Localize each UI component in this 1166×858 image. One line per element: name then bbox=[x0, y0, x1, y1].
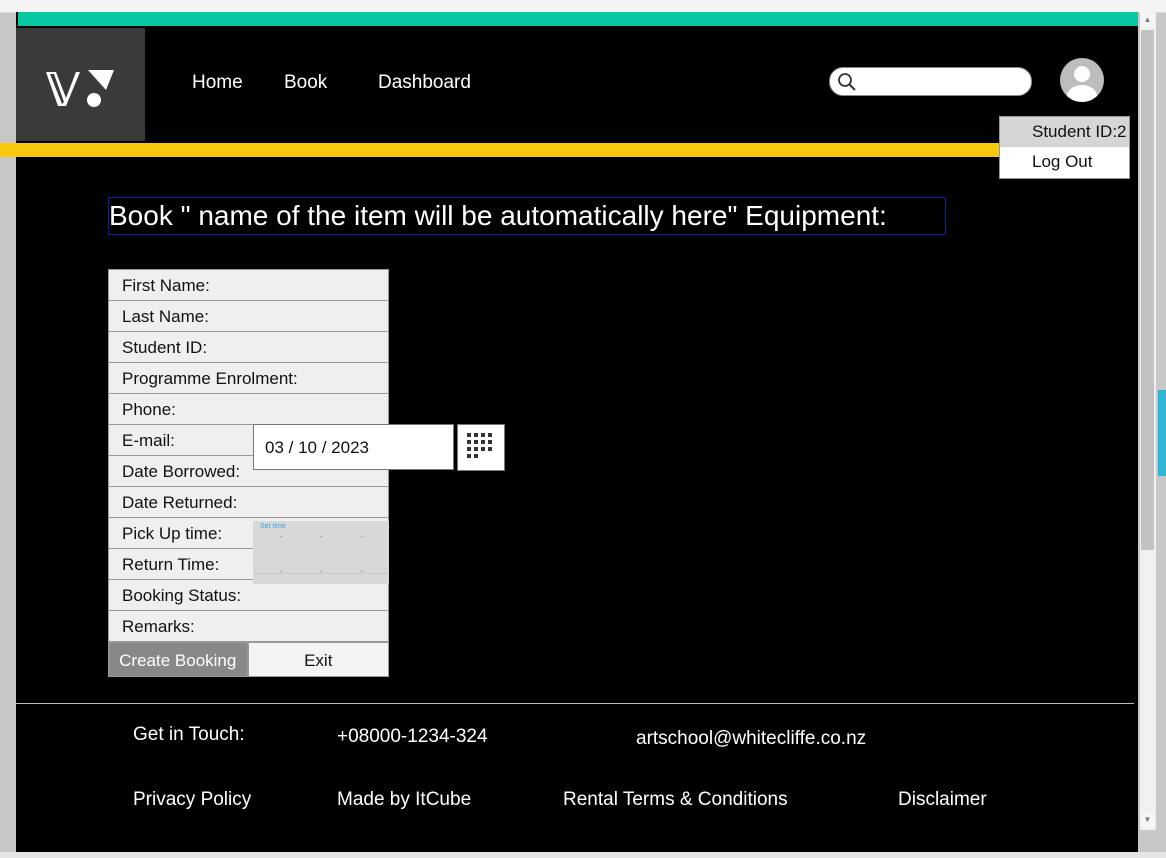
search-icon bbox=[838, 73, 856, 91]
form-buttons: Create Booking Exit bbox=[108, 642, 389, 677]
bottom-status-bar bbox=[0, 852, 1166, 858]
search-input[interactable] bbox=[829, 67, 1032, 96]
create-booking-button[interactable]: Create Booking bbox=[108, 642, 248, 677]
field-first-name[interactable]: First Name: bbox=[108, 269, 389, 301]
time-picker-ampm-column[interactable]: ⌃ · · · ⌄ bbox=[352, 535, 372, 575]
nav-dashboard[interactable]: Dashboard bbox=[378, 72, 471, 94]
footer-phone[interactable]: +08000-1234-324 bbox=[337, 726, 488, 748]
time-picker-title: Set time bbox=[260, 523, 286, 530]
footer-disclaimer[interactable]: Disclaimer bbox=[898, 789, 987, 811]
scroll-up-icon[interactable]: ▲ bbox=[1141, 13, 1154, 27]
field-programme-enrolment[interactable]: Programme Enrolment: bbox=[108, 363, 389, 394]
logo-container[interactable] bbox=[16, 28, 145, 141]
field-remarks[interactable]: Remarks: bbox=[108, 611, 389, 642]
time-picker-footer bbox=[253, 573, 389, 584]
user-avatar-icon[interactable] bbox=[1060, 58, 1104, 102]
calendar-icon[interactable] bbox=[457, 424, 505, 471]
exit-button[interactable]: Exit bbox=[247, 642, 389, 677]
side-tab[interactable] bbox=[1158, 390, 1166, 476]
scroll-thumb[interactable] bbox=[1141, 30, 1154, 550]
time-picker-minute-column[interactable]: ⌃ · · · ⌄ bbox=[311, 535, 331, 575]
top-accent-bar bbox=[18, 12, 1138, 26]
footer-divider bbox=[16, 703, 1134, 704]
page-title: Book " name of the item will be automati… bbox=[108, 197, 946, 235]
logo bbox=[46, 70, 114, 107]
menu-item-student-id[interactable]: Student ID:2 bbox=[1000, 117, 1129, 147]
field-phone[interactable]: Phone: bbox=[108, 394, 389, 425]
time-picker-hour-column[interactable]: ⌃ · · · ⌄ bbox=[271, 535, 291, 575]
nav-home[interactable]: Home bbox=[192, 72, 243, 94]
accent-bar bbox=[0, 143, 1000, 157]
user-dropdown-menu: Student ID:2 Log Out bbox=[999, 116, 1130, 179]
field-date-returned[interactable]: Date Returned: bbox=[108, 487, 389, 518]
page-canvas: Home Book Dashboard Book " name of the i… bbox=[16, 12, 1138, 852]
date-picker-input[interactable]: 03 / 10 / 2023 bbox=[253, 424, 454, 470]
footer-made-by: Made by ItCube bbox=[337, 789, 472, 810]
menu-item-logout[interactable]: Log Out bbox=[1000, 147, 1129, 177]
footer-email[interactable]: artschool@whitecliffe.co.nz bbox=[636, 728, 866, 750]
footer-rental-terms[interactable]: Rental Terms & Conditions bbox=[563, 789, 788, 811]
field-student-id[interactable]: Student ID: bbox=[108, 332, 389, 363]
nav-book[interactable]: Book bbox=[284, 72, 327, 94]
footer-get-in-touch: Get in Touch: bbox=[133, 724, 245, 745]
footer-privacy-policy[interactable]: Privacy Policy bbox=[133, 789, 251, 811]
booking-form: First Name: Last Name: Student ID: Progr… bbox=[108, 269, 389, 677]
time-picker[interactable]: Set time ⌃ · · · ⌄ ⌃ · · · ⌄ ⌃ · · · ⌄ bbox=[253, 521, 389, 584]
field-booking-status[interactable]: Booking Status: bbox=[108, 580, 389, 611]
field-last-name[interactable]: Last Name: bbox=[108, 301, 389, 332]
scroll-down-icon[interactable]: ▼ bbox=[1141, 813, 1154, 827]
